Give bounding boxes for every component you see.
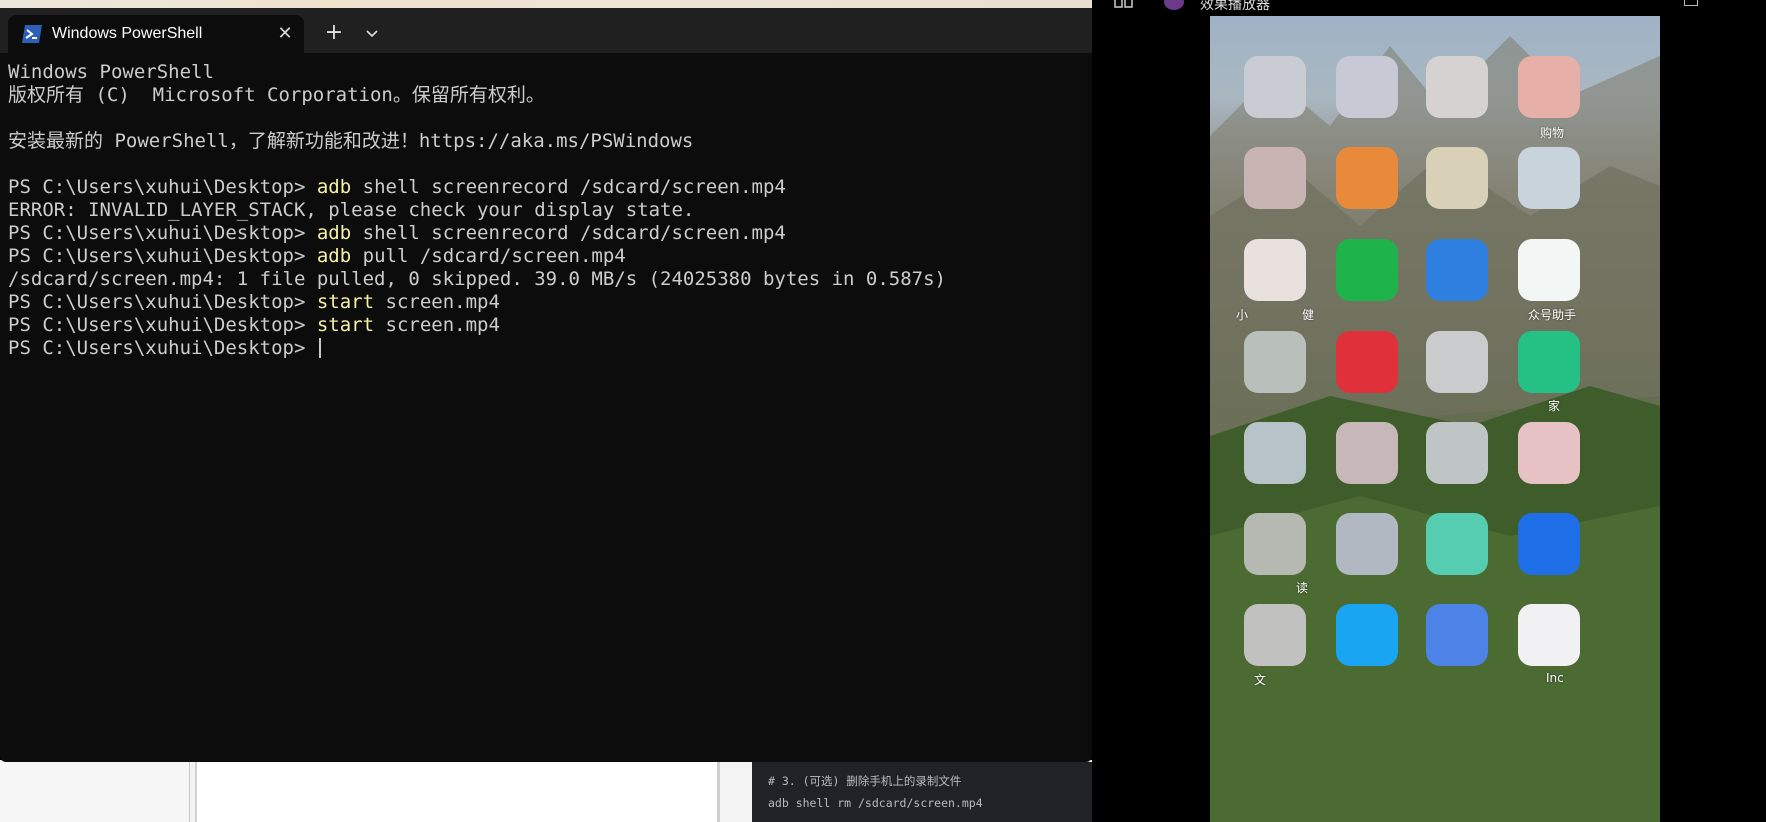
command-name: adb bbox=[316, 222, 352, 244]
app-label: 家 bbox=[1548, 399, 1561, 413]
console-line: PS C:\Users\xuhui\Desktop> adb shell scr… bbox=[8, 176, 1088, 199]
phone-screen[interactable]: 购物小 健 众号助手家读文 Inc bbox=[1210, 16, 1660, 822]
mountain-wallpaper bbox=[1210, 36, 1660, 822]
app-icon[interactable] bbox=[1336, 513, 1398, 575]
background-window-left-pane bbox=[0, 760, 190, 822]
app-icon[interactable] bbox=[1426, 422, 1488, 484]
console-text: screen.mp4 bbox=[374, 291, 500, 313]
app-label: 小 bbox=[1236, 308, 1249, 322]
new-tab-button[interactable]: + bbox=[320, 20, 348, 48]
app-icon[interactable] bbox=[1244, 604, 1306, 666]
app-icon[interactable] bbox=[1244, 56, 1306, 118]
app-icon[interactable] bbox=[1244, 422, 1306, 484]
command-name: adb bbox=[316, 245, 352, 267]
console-line: 安装最新的 PowerShell，了解新功能和改进！https://aka.ms… bbox=[8, 130, 1088, 153]
app-icon[interactable] bbox=[1336, 422, 1398, 484]
code-line: # 3. (可选) 删除手机上的录制文件 bbox=[768, 774, 962, 788]
app-icon[interactable] bbox=[1518, 147, 1580, 209]
chevron-down-icon[interactable] bbox=[358, 20, 386, 48]
console-line: Windows PowerShell bbox=[8, 61, 1088, 84]
prompt: PS C:\Users\xuhui\Desktop> bbox=[8, 337, 317, 359]
mirror-title: 效果播放器 bbox=[1200, 0, 1270, 13]
app-icon[interactable] bbox=[1336, 56, 1398, 118]
command-name: start bbox=[316, 291, 375, 313]
console-text: shell screenrecord /sdcard/screen.mp4 bbox=[351, 222, 786, 244]
console-line: PS C:\Users\xuhui\Desktop> adb shell scr… bbox=[8, 222, 1088, 245]
app-icon[interactable] bbox=[1518, 604, 1580, 666]
app-icon[interactable] bbox=[1518, 331, 1580, 393]
console-text: screen.mp4 bbox=[374, 314, 500, 336]
console-text: /sdcard/screen.mp4: 1 file pulled, 0 ski… bbox=[8, 268, 946, 290]
command-name: start bbox=[316, 314, 375, 336]
console-text: 安装最新的 PowerShell，了解新功能和改进！https://aka.ms… bbox=[8, 130, 694, 152]
app-icon[interactable] bbox=[1518, 513, 1580, 575]
app-icon[interactable] bbox=[1426, 513, 1488, 575]
console-text: 版权所有 (C) Microsoft Corporation。保留所有权利。 bbox=[8, 84, 545, 106]
console-line: PS C:\Users\xuhui\Desktop> start screen.… bbox=[8, 291, 1088, 314]
tab-windows-powershell[interactable]: Windows PowerShell ✕ bbox=[8, 15, 304, 55]
app-label: 读 bbox=[1296, 581, 1309, 595]
player-app-icon bbox=[1164, 0, 1184, 10]
console-line: 版权所有 (C) Microsoft Corporation。保留所有权利。 bbox=[8, 84, 1088, 107]
app-icon[interactable] bbox=[1518, 239, 1580, 301]
console-line: ERROR: INVALID_LAYER_STACK, please check… bbox=[8, 199, 1088, 222]
background-code-snippet: # 3. (可选) 删除手机上的录制文件 adb shell rm /sdcar… bbox=[752, 762, 1092, 822]
app-icon[interactable] bbox=[1244, 331, 1306, 393]
console-text: Windows PowerShell bbox=[8, 61, 214, 83]
app-label: 文 bbox=[1254, 673, 1267, 687]
prompt: PS C:\Users\xuhui\Desktop> bbox=[8, 291, 317, 313]
app-icon[interactable] bbox=[1426, 331, 1488, 393]
app-icon[interactable] bbox=[1244, 147, 1306, 209]
app-icon[interactable] bbox=[1336, 604, 1398, 666]
desktop-background-strip bbox=[0, 0, 1092, 8]
console-output[interactable]: Windows PowerShell 版权所有 (C) Microsoft Cor… bbox=[8, 61, 1088, 751]
app-icon[interactable] bbox=[1336, 331, 1398, 393]
app-icon[interactable] bbox=[1426, 147, 1488, 209]
app-icon[interactable] bbox=[1518, 422, 1580, 484]
app-icon[interactable] bbox=[1336, 239, 1398, 301]
powershell-icon bbox=[22, 25, 42, 43]
app-icon[interactable] bbox=[1426, 239, 1488, 301]
text-cursor bbox=[318, 338, 321, 358]
code-line: adb shell rm /sdcard/screen.mp4 bbox=[768, 796, 983, 810]
phone-mirror-window: 效果播放器 购物小 健 众号助手家读文 Inc bbox=[1092, 0, 1766, 822]
prompt: PS C:\Users\xuhui\Desktop> bbox=[8, 245, 317, 267]
powershell-window: Windows PowerShell ✕ + Windows PowerShel… bbox=[0, 8, 1092, 762]
console-line: PS C:\Users\xuhui\Desktop> adb pull /sdc… bbox=[8, 245, 1088, 268]
tab-title: Windows PowerShell bbox=[52, 25, 203, 42]
console-text: ERROR: INVALID_LAYER_STACK, please check… bbox=[8, 199, 695, 221]
prompt: PS C:\Users\xuhui\Desktop> bbox=[8, 222, 317, 244]
app-label: 健 bbox=[1302, 308, 1315, 322]
tab-bar: Windows PowerShell ✕ + bbox=[0, 8, 1092, 55]
app-icon[interactable] bbox=[1244, 239, 1306, 301]
prompt: PS C:\Users\xuhui\Desktop> bbox=[8, 314, 317, 336]
console-line: PS C:\Users\xuhui\Desktop> start screen.… bbox=[8, 314, 1088, 337]
app-icon[interactable] bbox=[1336, 147, 1398, 209]
console-line: /sdcard/screen.mp4: 1 file pulled, 0 ski… bbox=[8, 268, 1088, 291]
console-text: shell screenrecord /sdcard/screen.mp4 bbox=[351, 176, 786, 198]
app-label: 购物 bbox=[1540, 126, 1565, 140]
background-window-center-pane bbox=[195, 760, 720, 822]
maximize-icon[interactable] bbox=[1684, 0, 1698, 6]
app-label: 众号助手 bbox=[1528, 308, 1577, 322]
app-icon[interactable] bbox=[1426, 56, 1488, 118]
app-label: Inc bbox=[1546, 671, 1564, 685]
app-icon[interactable] bbox=[1518, 56, 1580, 118]
app-icon[interactable] bbox=[1244, 513, 1306, 575]
grid-icon[interactable] bbox=[1114, 0, 1134, 10]
app-icon[interactable] bbox=[1426, 604, 1488, 666]
mirror-title-bar: 效果播放器 bbox=[1092, 0, 1766, 16]
close-icon[interactable]: ✕ bbox=[272, 21, 298, 47]
console-line: PS C:\Users\xuhui\Desktop> bbox=[8, 337, 1088, 360]
console-text: pull /sdcard/screen.mp4 bbox=[351, 245, 626, 267]
command-name: adb bbox=[316, 176, 352, 198]
prompt: PS C:\Users\xuhui\Desktop> bbox=[8, 176, 317, 198]
